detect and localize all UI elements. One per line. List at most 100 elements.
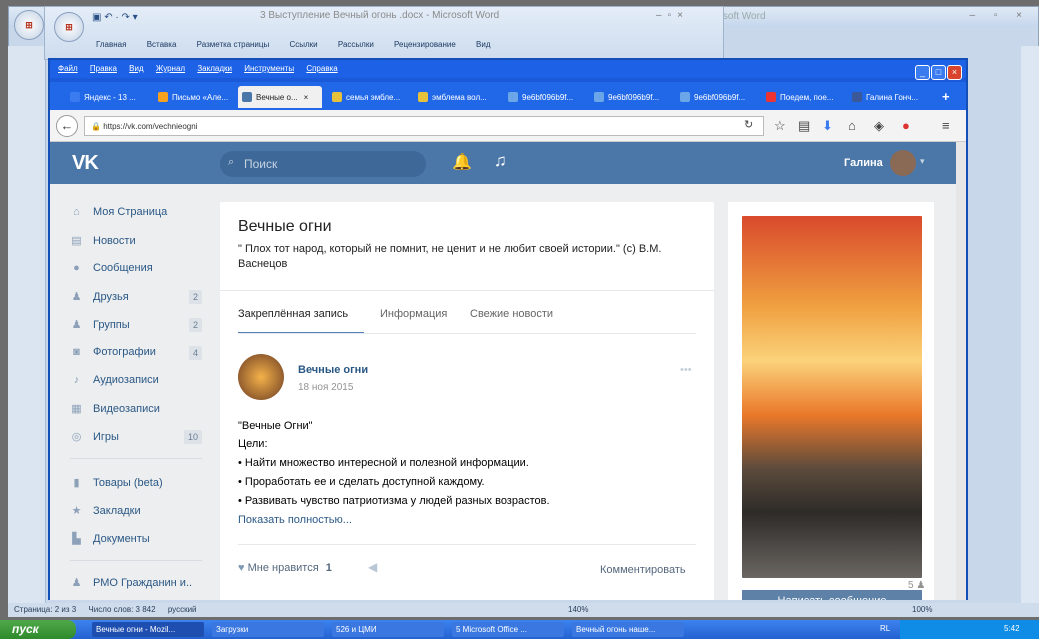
office-button-back[interactable]: ⊞ xyxy=(14,10,44,40)
pocket-icon[interactable]: ◈ xyxy=(874,118,884,134)
vk-search-input[interactable]: ⌕ Поиск xyxy=(220,151,426,177)
zoom-level-a[interactable]: 140% xyxy=(568,605,588,614)
like-button[interactable]: ♥ Мне нравится 1 xyxy=(238,562,332,574)
word-scrollbar[interactable] xyxy=(1021,46,1039,604)
page-scrollbar[interactable] xyxy=(956,142,966,600)
office-button[interactable]: ⊞ xyxy=(54,12,84,42)
taskbar-item[interactable]: Вечный огонь наше... xyxy=(572,622,684,637)
sidebar-item-goods[interactable]: ▮ Товары (beta) xyxy=(70,476,202,494)
share-megaphone-icon[interactable]: ◀ xyxy=(368,560,377,574)
tab-youtube[interactable]: Поедем, пое... xyxy=(762,86,842,108)
star-icon: ★ xyxy=(71,505,82,517)
avatar[interactable] xyxy=(890,150,916,176)
adblock-icon[interactable]: ● xyxy=(902,118,910,133)
tab-family[interactable]: семья эмбле... xyxy=(328,86,408,108)
search-icon xyxy=(70,92,80,102)
ribbon-tab[interactable]: Вид xyxy=(476,40,490,49)
menu-edit[interactable]: Правка xyxy=(90,64,117,73)
tab-file-1[interactable]: 9e6bf096b9f... xyxy=(504,86,582,108)
menu-file[interactable]: Файл xyxy=(58,64,78,73)
camera-icon: ◙ xyxy=(73,346,80,358)
taskbar-item[interactable]: Загрузки xyxy=(212,622,324,637)
sidebar-item-news[interactable]: ▤ Новости xyxy=(70,234,202,252)
back-button[interactable]: ← xyxy=(56,115,78,137)
post-line: • Проработать ее и сделать доступной каж… xyxy=(238,476,485,488)
tab-pinned[interactable]: Закреплённая запись xyxy=(238,308,348,320)
tab-mail[interactable]: Письмо «Але... xyxy=(154,86,232,108)
music-note-icon[interactable]: ♫ xyxy=(494,151,507,171)
tab-file-2[interactable]: 9e6bf096b9f... xyxy=(590,86,668,108)
menu-tools[interactable]: Инструменты xyxy=(244,64,294,73)
write-message-button[interactable]: Написать сообщение xyxy=(742,590,922,600)
taskbar-item[interactable]: 526 и ЦМИ xyxy=(332,622,444,637)
maximize-icon[interactable]: □ xyxy=(931,65,946,80)
ribbon-tab[interactable]: Вставка xyxy=(147,40,177,49)
sidebar-item-messages[interactable]: ● Сообщения xyxy=(70,262,202,280)
ribbon-tab[interactable]: Разметка страницы xyxy=(197,40,270,49)
menu-icon[interactable]: ≡ xyxy=(942,118,950,133)
reload-icon[interactable]: ↻ xyxy=(744,118,753,131)
post-author[interactable]: Вечные огни xyxy=(298,364,368,376)
sidebar-item-documents[interactable]: ▙ Документы xyxy=(70,532,202,550)
vk-logo[interactable]: VK xyxy=(72,152,99,175)
sidebar-item-audio[interactable]: ♪ Аудиозаписи xyxy=(70,374,202,392)
sidebar-item-games[interactable]: ◎ Игры 10 xyxy=(70,430,202,448)
ribbon-tab[interactable]: Рецензирование xyxy=(394,40,456,49)
comment-button[interactable]: Комментировать xyxy=(600,564,686,576)
menu-history[interactable]: Журнал xyxy=(156,64,185,73)
chevron-down-icon[interactable]: ▾ xyxy=(920,156,925,167)
tab-emblem[interactable]: эмблема вол... xyxy=(414,86,496,108)
tab-close-icon[interactable]: × xyxy=(304,93,309,102)
quick-access-toolbar[interactable]: ▣ ↶ · ↷ ▾ xyxy=(92,12,138,23)
new-tab-button[interactable]: + xyxy=(938,86,956,108)
menu-help[interactable]: Справка xyxy=(306,64,337,73)
ribbon-tab[interactable]: Главная xyxy=(96,40,126,49)
vk-icon xyxy=(242,92,252,102)
more-options-icon[interactable]: ••• xyxy=(680,364,692,376)
sidebar-item-bookmarks[interactable]: ★ Закладки xyxy=(70,504,202,522)
sidebar-item-my-page[interactable]: ⌂ Моя Страница xyxy=(70,206,202,224)
tab-yandex[interactable]: Яндекс - 13 ... xyxy=(66,86,144,108)
clock: 5:42 xyxy=(1004,624,1020,633)
word-window-controls[interactable]: –▫× xyxy=(656,10,689,21)
sidebar-item-groups[interactable]: ♟ Группы 2 xyxy=(70,318,202,336)
show-more-link[interactable]: Показать полностью... xyxy=(238,514,352,526)
word-back-controls[interactable]: – ▫ × xyxy=(969,10,1030,21)
post-date[interactable]: 18 ноя 2015 xyxy=(298,382,353,393)
post-author-avatar[interactable] xyxy=(238,354,284,400)
tab-info[interactable]: Информация xyxy=(380,308,447,320)
sidebar-item-rmo[interactable]: ♟ РМО Гражданин и.. xyxy=(70,576,202,594)
menu-bookmarks[interactable]: Закладки xyxy=(197,64,232,73)
zoom-level-b[interactable]: 100% xyxy=(912,605,932,614)
taskbar-item[interactable]: Вечные огни - Mozil... xyxy=(92,622,204,637)
sidebar-item-photos[interactable]: ◙ Фотографии 4 xyxy=(70,346,202,364)
count-badge: 10 xyxy=(183,430,202,444)
home-icon[interactable]: ⌂ xyxy=(848,118,856,133)
word-title: 3 Выступление Вечный огонь .docx - Micro… xyxy=(260,10,500,21)
ribbon-tab[interactable]: Рассылки xyxy=(338,40,374,49)
group-status: " Плох тот народ, который не помнит, не … xyxy=(238,243,662,270)
bookmark-star-icon[interactable]: ☆ xyxy=(774,118,786,134)
tab-file-3[interactable]: 9e6bf096b9f... xyxy=(676,86,754,108)
bag-icon: ▮ xyxy=(73,477,80,489)
taskbar-item[interactable]: 5 Microsoft Office ... xyxy=(452,622,564,637)
group-photo-card: 5 ♟ Написать сообщение xyxy=(728,202,934,600)
reading-list-icon[interactable]: ▤ xyxy=(798,118,810,134)
tab-vechnye-ogni[interactable]: Вечные о... × xyxy=(238,86,322,108)
search-icon: ⌕ xyxy=(228,156,235,168)
eternal-flame-photo[interactable] xyxy=(742,216,922,578)
minimize-icon[interactable]: _ xyxy=(915,65,930,80)
menu-view[interactable]: Вид xyxy=(129,64,143,73)
ribbon-tab[interactable]: Ссылки xyxy=(289,40,317,49)
start-button[interactable]: пуск xyxy=(0,620,76,639)
tab-facebook[interactable]: Галина Гонч... xyxy=(848,86,932,108)
sidebar-item-video[interactable]: ▦ Видеозаписи xyxy=(70,402,202,420)
vk-user-name[interactable]: Галина xyxy=(844,157,883,169)
sidebar-item-friends[interactable]: ♟ Друзья 2 xyxy=(70,290,202,308)
tab-news[interactable]: Свежие новости xyxy=(470,308,553,320)
language-indicator[interactable]: RL xyxy=(880,624,890,633)
close-icon[interactable]: × xyxy=(947,65,962,80)
notifications-bell-icon[interactable]: 🔔 xyxy=(452,152,472,172)
url-field[interactable]: 🔒 https://vk.com/vechnieogni xyxy=(84,116,764,136)
downloads-icon[interactable]: ⬇ xyxy=(822,118,833,134)
